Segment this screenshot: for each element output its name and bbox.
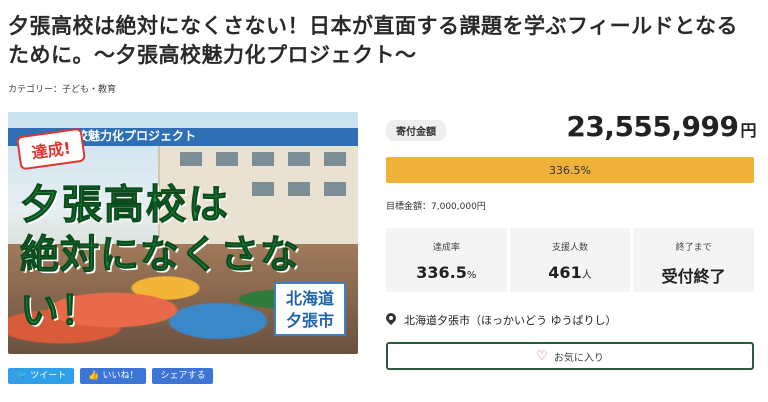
building-window (288, 152, 310, 166)
social-buttons: 🐦 ツイート 👍 いいね！ シェアする (8, 368, 214, 384)
building-window (324, 182, 346, 196)
place-line-1: 北海道 (285, 289, 334, 308)
heart-icon: ♡ (536, 348, 548, 364)
donation-amount: 23,555,999 円 (566, 110, 756, 143)
stat-unit: % (466, 270, 477, 281)
building-window (252, 182, 274, 196)
like-label: いいね！ (102, 371, 139, 381)
favorite-button[interactable]: ♡ お気に入り (386, 342, 754, 370)
progress-text: 336.5% (549, 163, 591, 177)
stat-label: 終了まで (675, 243, 712, 253)
place-sign: 北海道 夕張市 (274, 282, 346, 336)
page-title: 夕張高校は絶対になくさない！日本が直面する課題を学ぶフィールドとなるために。〜夕… (8, 14, 738, 67)
tweet-button[interactable]: 🐦 ツイート (8, 368, 75, 384)
stat-achievement-rate: 達成率 336.5% (386, 228, 507, 292)
category-prefix: カテゴリー： (8, 85, 63, 95)
tweet-label: ツイート (30, 371, 67, 381)
progress-bar: 336.5% (386, 157, 754, 183)
location-text: 北海道夕張市（ほっかいどう ゆうばりし） (404, 314, 617, 327)
stats-panel: 達成率 336.5% 支援人数 461人 終了まで 受付終了 (386, 228, 755, 292)
building-window (216, 152, 238, 166)
hero-headline-1: 夕張高校は (20, 182, 230, 229)
location-line: 北海道夕張市（ほっかいどう ゆうばりし） (386, 312, 617, 328)
stat-value: 461人 (510, 263, 631, 282)
stat-value: 受付終了 (633, 263, 754, 287)
stat-time-remaining: 終了まで 受付終了 (633, 228, 755, 292)
favorite-label: お気に入り (553, 352, 604, 364)
category-link[interactable]: 子ども・教育 (62, 85, 116, 95)
building-window (288, 182, 310, 196)
building-window (180, 152, 202, 166)
stat-number: 受付終了 (661, 267, 726, 286)
twitter-icon: 🐦 (16, 371, 28, 381)
currency-unit: 円 (740, 121, 756, 140)
share-button[interactable]: シェアする (152, 368, 214, 384)
donation-amount-label: 寄付金額 (386, 120, 446, 141)
stat-supporters: 支援人数 461人 (509, 228, 631, 292)
hero-image: 高校魅力化プロジェクト 達成! 夕張高校は 絶対になくさない！ 北海道 夕張市 (8, 112, 358, 354)
building-window (252, 152, 274, 166)
target-amount: 目標金額：7,000,000円 (386, 202, 486, 212)
stat-number: 336.5 (416, 263, 467, 282)
thumbs-up-icon: 👍 (88, 371, 100, 381)
place-line-2: 夕張市 (285, 311, 334, 330)
map-pin-icon (386, 313, 396, 327)
share-label: シェアする (160, 371, 206, 381)
progress-fill: 336.5% (386, 157, 754, 183)
like-button[interactable]: 👍 いいね！ (80, 368, 147, 384)
category-line: カテゴリー：子ども・教育 (8, 82, 116, 95)
stat-value: 336.5% (386, 263, 507, 282)
building-window (324, 152, 346, 166)
stat-number: 461 (548, 263, 582, 282)
stat-label: 達成率 (432, 243, 460, 253)
project-name: 高校魅力化プロジェクト (64, 129, 197, 143)
stat-label: 支援人数 (552, 243, 589, 253)
stat-unit: 人 (581, 270, 592, 281)
donation-amount-value: 23,555,999 (566, 110, 739, 143)
